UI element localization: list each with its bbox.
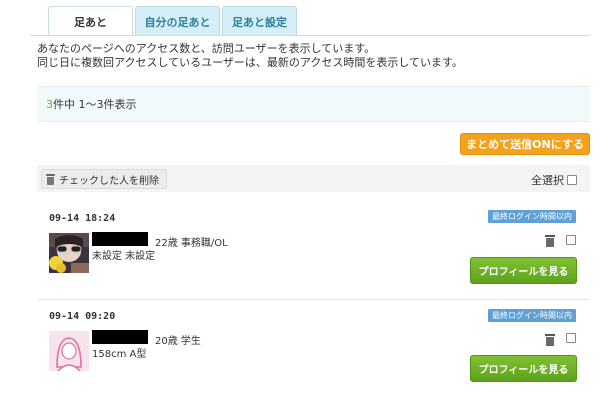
trash-icon [46, 173, 55, 185]
footprint-entry: 09-14 09:20 最終ログイン時間以内 20歳 学生 158cm A型 プ… [37, 299, 590, 399]
view-profile-button[interactable]: プロフィールを見る [470, 257, 577, 284]
tab-bar: 足あと 自分の足あと 足あと設定 [48, 6, 299, 36]
tab-footprints[interactable]: 足あと [48, 6, 133, 36]
delete-checked-label: チェックした人を削除 [59, 175, 159, 187]
login-status-badge: 最終ログイン時間以内 [488, 210, 576, 223]
result-count-bar: 3 件中 1〜3件表示 [37, 86, 590, 122]
intro-line-2: 同じ日に複数回アクセスしているユーザーは、最新のアクセス時間を表示しています。 [37, 56, 463, 69]
entry-divider [37, 299, 590, 300]
view-profile-button[interactable]: プロフィールを見る [470, 355, 577, 382]
tab-my-footprints[interactable]: 自分の足あと [135, 6, 220, 36]
result-range: 件中 1〜3件表示 [53, 98, 137, 111]
intro-text: あなたのページへのアクセス数と、訪問ユーザーを表示しています。 同じ日に複数回ア… [37, 42, 463, 70]
delete-checked-button[interactable]: チェックした人を削除 [41, 169, 167, 189]
result-total: 3 [46, 97, 53, 111]
footprint-entry: 09-14 18:24 最終ログイン時間以内 22歳 事務職/OL 未設定 未設… [37, 196, 590, 296]
user-age-job: 22歳 事務職/OL [155, 238, 228, 249]
access-time: 09-14 18:24 [49, 213, 116, 224]
tab-divider [30, 35, 590, 36]
user-detail: 158cm A型 [92, 349, 147, 360]
user-detail: 未設定 未設定 [92, 251, 156, 262]
access-time: 09-14 09:20 [49, 311, 116, 322]
user-avatar[interactable] [49, 331, 89, 371]
select-all-checkbox[interactable] [567, 175, 577, 185]
login-status-badge: 最終ログイン時間以内 [488, 309, 576, 322]
entry-checkbox[interactable] [566, 235, 576, 245]
bulk-send-on-button[interactable]: まとめて送信ONにする [460, 133, 590, 155]
user-avatar[interactable] [49, 233, 89, 273]
redacted-username [92, 232, 148, 246]
redacted-username [92, 330, 148, 344]
user-age-job: 20歳 学生 [155, 336, 201, 347]
delete-entry-icon[interactable] [545, 334, 555, 346]
tab-footprint-settings[interactable]: 足あと設定 [222, 6, 297, 36]
entry-checkbox[interactable] [566, 333, 576, 343]
action-bar: チェックした人を削除 全選択 [37, 165, 590, 192]
select-all[interactable]: 全選択 [531, 172, 577, 188]
intro-line-1: あなたのページへのアクセス数と、訪問ユーザーを表示しています。 [37, 42, 376, 55]
select-all-label: 全選択 [531, 174, 564, 187]
delete-entry-icon[interactable] [545, 235, 555, 247]
